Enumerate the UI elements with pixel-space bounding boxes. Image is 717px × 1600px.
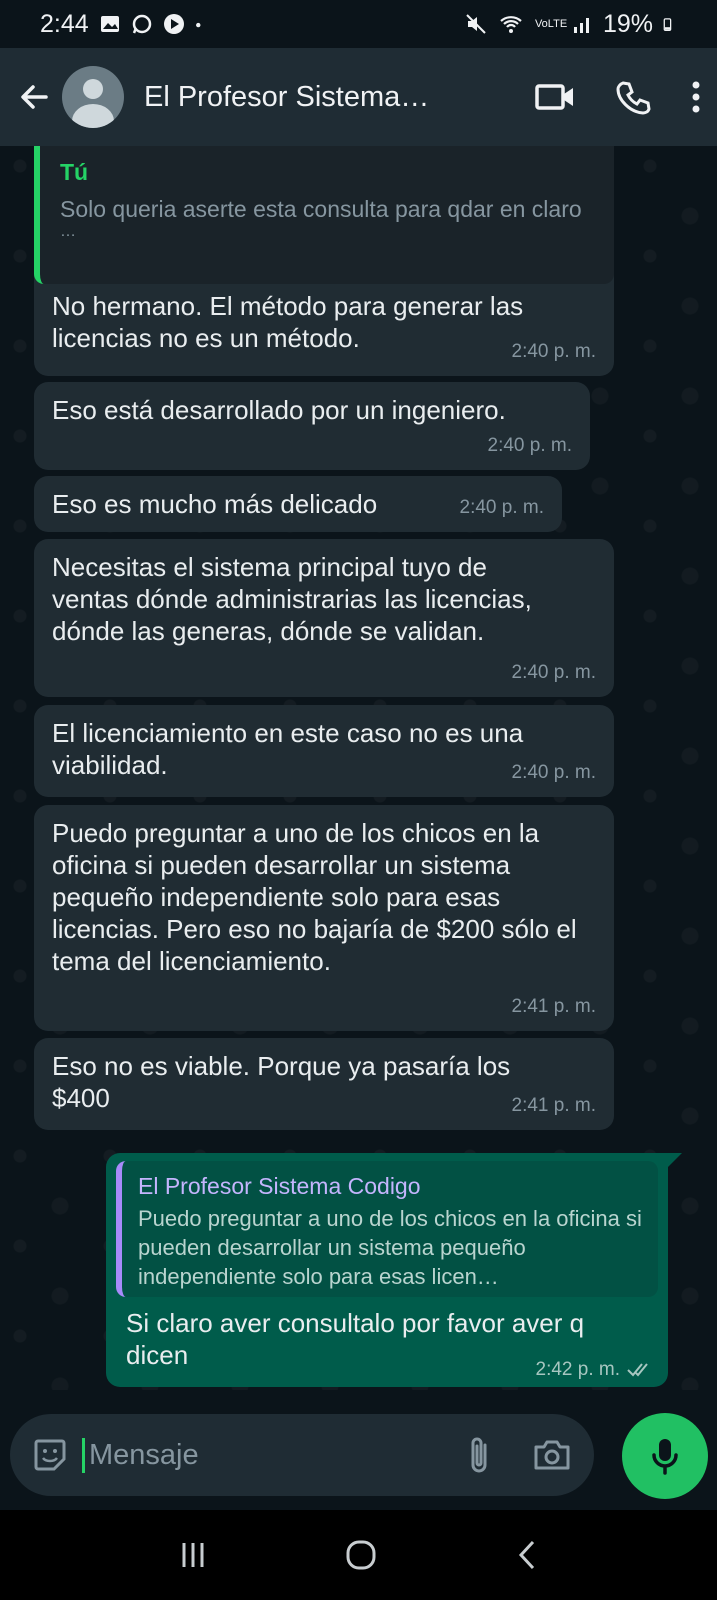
message-bubble[interactable]: Eso no es viable. Porque ya pasaría los … bbox=[34, 1038, 614, 1130]
quoted-message[interactable]: Tú Solo queria aserte esta consulta para… bbox=[34, 146, 614, 284]
wifi-icon bbox=[500, 16, 522, 33]
microphone-icon bbox=[652, 1439, 678, 1475]
message-time: 2:41 p. m. bbox=[511, 996, 597, 1017]
message-time: 2:40 p. m. bbox=[511, 341, 597, 362]
quote-author: El Profesor Sistema Codigo bbox=[138, 1173, 421, 1199]
message-text: Eso está desarrollado por un ingeniero. bbox=[52, 395, 506, 425]
message-bubble[interactable]: Tú Solo queria aserte esta consulta para… bbox=[34, 146, 614, 376]
status-time: 2:44 bbox=[40, 9, 89, 38]
more-options-icon[interactable] bbox=[691, 79, 701, 115]
message-time: 2:40 p. m. bbox=[511, 662, 597, 683]
message-time: 2:40 p. m. bbox=[511, 762, 597, 783]
system-navigation-bar bbox=[0, 1510, 717, 1600]
message-input-pill[interactable] bbox=[10, 1414, 594, 1496]
quoted-message[interactable]: El Profesor Sistema Codigo Puedo pregunt… bbox=[116, 1161, 658, 1297]
attach-icon[interactable] bbox=[466, 1435, 492, 1475]
signal-icon bbox=[573, 18, 589, 33]
composer bbox=[0, 1390, 717, 1510]
voice-record-button[interactable] bbox=[622, 1413, 708, 1499]
message-text: Necesitas el sistema principal tuyo de v… bbox=[52, 552, 532, 646]
video-call-icon[interactable] bbox=[535, 82, 575, 112]
quote-author: Tú bbox=[60, 159, 89, 185]
back-nav-icon[interactable] bbox=[515, 1538, 539, 1572]
composer-actions bbox=[466, 1435, 572, 1475]
message-text: Eso no es viable. Porque ya pasaría los … bbox=[52, 1051, 511, 1113]
message-time: 2:42 p. m. bbox=[535, 1359, 621, 1380]
battery-icon bbox=[663, 18, 672, 31]
battery-percent: 19% bbox=[602, 9, 653, 38]
mute-icon bbox=[466, 14, 486, 34]
dot-icon bbox=[195, 22, 201, 28]
message-meta: 2:42 p. m. bbox=[536, 1359, 655, 1381]
camera-icon[interactable] bbox=[532, 1438, 572, 1472]
back-arrow-icon[interactable] bbox=[16, 79, 52, 115]
quote-text: Solo queria aserte esta consulta para qd… bbox=[60, 196, 582, 222]
message-text: Puedo preguntar a uno de los chicos en l… bbox=[52, 818, 577, 976]
home-icon[interactable] bbox=[344, 1538, 378, 1572]
chat-area[interactable]: Tú Solo queria aserte esta consulta para… bbox=[0, 146, 717, 1390]
voice-call-icon[interactable] bbox=[615, 79, 651, 115]
play-icon bbox=[163, 14, 184, 34]
double-check-icon bbox=[627, 1363, 648, 1377]
volte-label: VoLTE bbox=[534, 17, 568, 30]
chat-header: El Profesor Sistema… bbox=[0, 48, 717, 146]
recent-apps-icon[interactable] bbox=[178, 1540, 208, 1570]
message-time: 2:40 p. m. bbox=[459, 497, 545, 518]
sticker-emoji-icon[interactable] bbox=[32, 1437, 68, 1473]
message-time: 2:40 p. m. bbox=[487, 435, 573, 456]
status-bar: 2:44 VoLTE 19% bbox=[0, 0, 717, 48]
message-bubble[interactable]: Eso es mucho más delicado 2:40 p. m. bbox=[34, 476, 562, 532]
message-bubble[interactable]: Puedo preguntar a uno de los chicos en l… bbox=[34, 805, 614, 1031]
contact-avatar[interactable] bbox=[62, 66, 124, 128]
bubble-tail bbox=[668, 1153, 682, 1167]
status-right: VoLTE 19% bbox=[465, 10, 677, 39]
message-bubble[interactable]: El licenciamiento en este caso no es una… bbox=[34, 705, 614, 797]
contact-name[interactable]: El Profesor Sistema… bbox=[144, 81, 444, 114]
gallery-icon bbox=[100, 16, 119, 32]
outgoing-message-bubble[interactable]: El Profesor Sistema Codigo Puedo pregunt… bbox=[106, 1153, 668, 1387]
message-bubble[interactable]: Eso está desarrollado por un ingeniero. … bbox=[34, 382, 590, 470]
message-bubble[interactable]: Necesitas el sistema principal tuyo de v… bbox=[34, 539, 614, 697]
header-actions bbox=[535, 79, 701, 115]
message-time: 2:41 p. m. bbox=[511, 1095, 597, 1116]
quote-ellipsis: … bbox=[60, 223, 76, 240]
status-left: 2:44 bbox=[40, 10, 207, 39]
quote-text: Puedo preguntar a uno de los chicos en l… bbox=[138, 1206, 642, 1289]
message-input[interactable] bbox=[82, 1437, 431, 1473]
whatsapp-icon bbox=[132, 14, 151, 34]
